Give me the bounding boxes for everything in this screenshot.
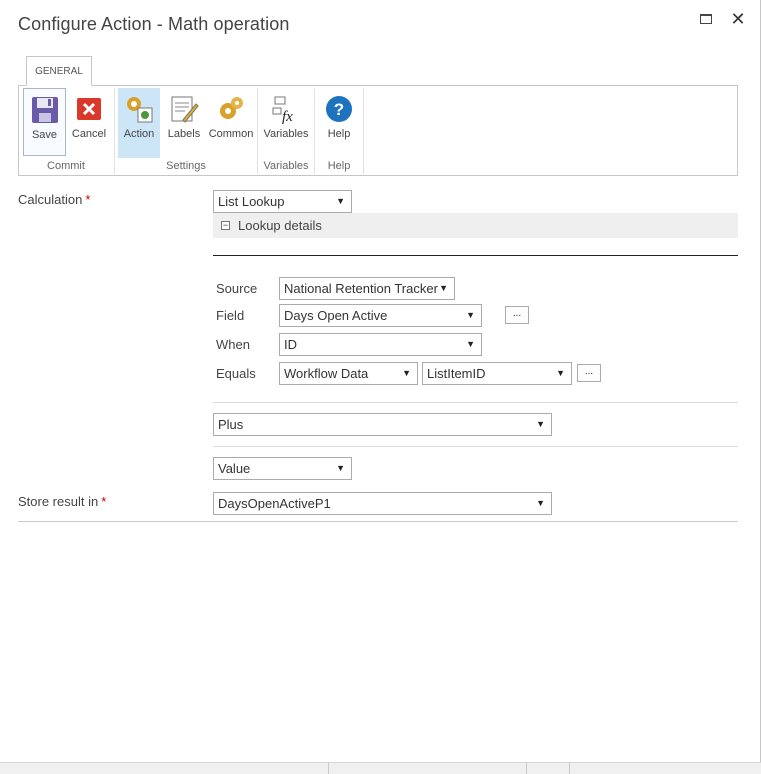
labels-button[interactable]: Labels — [164, 88, 204, 156]
dropdown-arrow-icon: ▼ — [466, 310, 475, 320]
action-label: Action — [123, 128, 155, 140]
save-button[interactable]: Save — [23, 88, 66, 156]
ribbon: Save Cancel Commit Action Labels Common … — [18, 85, 738, 176]
group-help: Help — [327, 160, 351, 172]
calculation-label: Calculation * — [18, 192, 90, 207]
cancel-label: Cancel — [71, 128, 107, 140]
when-value: ID — [284, 337, 297, 352]
store-result-value: DaysOpenActiveP1 — [218, 496, 331, 511]
equals-ellipsis-button[interactable]: ... — [577, 364, 601, 382]
group-variables: Variables — [263, 160, 309, 172]
source-value: National Retention Tracker — [284, 281, 438, 296]
cancel-button[interactable]: Cancel — [69, 88, 109, 156]
group-settings: Settings — [166, 160, 206, 172]
store-result-label: Store result in * — [18, 494, 106, 509]
divider — [213, 255, 738, 256]
equals-value: ListItemID — [427, 366, 486, 381]
required-mark: * — [85, 192, 91, 207]
when-select[interactable]: ID ▼ — [279, 333, 482, 356]
help-label: Help — [327, 128, 351, 140]
divider — [18, 521, 738, 522]
store-result-select[interactable]: DaysOpenActiveP1 ▼ — [213, 492, 552, 515]
fx-icon: fx — [272, 96, 293, 124]
divider — [213, 402, 738, 403]
group-commit: Commit — [47, 160, 85, 172]
scrollbar-segment — [526, 763, 527, 774]
horizontal-scrollbar[interactable] — [0, 762, 761, 774]
help-button[interactable]: ? Help — [319, 88, 359, 156]
variables-label: Variables — [263, 128, 309, 140]
source-select[interactable]: National Retention Tracker ▼ — [279, 277, 455, 300]
value-type-select[interactable]: Value ▼ — [213, 457, 352, 480]
labels-label: Labels — [167, 128, 201, 140]
calculation-label-text: Calculation — [18, 192, 83, 207]
field-ellipsis-button[interactable]: ... — [505, 306, 529, 324]
close-icon: ✕ — [730, 9, 746, 29]
variables-button[interactable]: fx Variables — [262, 88, 310, 156]
dropdown-arrow-icon: ▼ — [402, 368, 411, 378]
dialog-title: Configure Action - Math operation — [18, 14, 290, 34]
lookup-details-label: Lookup details — [238, 218, 322, 233]
save-icon — [31, 97, 58, 123]
required-mark: * — [101, 494, 107, 509]
scrollbar-segment — [328, 763, 329, 774]
svg-text:?: ? — [334, 100, 344, 119]
dropdown-arrow-icon: ▼ — [536, 498, 545, 508]
dropdown-arrow-icon: ▼ — [466, 339, 475, 349]
scrollbar-segment — [569, 763, 570, 774]
operator-value: Plus — [218, 417, 244, 432]
divider — [213, 446, 738, 447]
field-label: Field — [216, 308, 245, 323]
dropdown-arrow-icon: ▼ — [556, 368, 565, 378]
save-label: Save — [31, 129, 58, 141]
dropdown-arrow-icon: ▼ — [336, 196, 345, 206]
svg-text:fx: fx — [282, 109, 293, 124]
gears-icon — [220, 97, 243, 119]
field-value: Days Open Active — [284, 308, 388, 323]
equals-label: Equals — [216, 366, 256, 381]
group-separator — [363, 88, 364, 174]
action-button[interactable]: Action — [118, 88, 160, 158]
help-icon: ? — [326, 96, 352, 122]
field-select[interactable]: Days Open Active ▼ — [279, 304, 482, 327]
maximize-button[interactable] — [697, 10, 715, 28]
gears-icon — [127, 97, 153, 123]
maximize-icon — [700, 14, 712, 24]
equals-source-select[interactable]: Workflow Data ▼ — [279, 362, 418, 385]
group-separator — [114, 88, 115, 174]
operator-select[interactable]: Plus ▼ — [213, 413, 552, 436]
group-separator — [314, 88, 315, 174]
dropdown-arrow-icon: ▼ — [336, 463, 345, 473]
configure-action-dialog: Configure Action - Math operation ✕ GENE… — [0, 0, 761, 774]
equals-source-value: Workflow Data — [284, 366, 369, 381]
lookup-details-header[interactable]: − Lookup details — [213, 213, 738, 238]
group-separator — [257, 88, 258, 174]
cancel-icon — [77, 98, 101, 120]
calculation-value: List Lookup — [218, 194, 285, 209]
close-button[interactable]: ✕ — [729, 10, 747, 28]
store-result-label-text: Store result in — [18, 494, 99, 509]
dropdown-arrow-icon: ▼ — [536, 419, 545, 429]
source-label: Source — [216, 281, 258, 296]
dropdown-arrow-icon: ▼ — [439, 283, 448, 293]
when-label: When — [216, 337, 250, 352]
collapse-icon[interactable]: − — [221, 221, 230, 230]
calculation-select[interactable]: List Lookup ▼ — [213, 190, 352, 213]
value-type-value: Value — [218, 461, 251, 476]
common-label: Common — [208, 128, 254, 140]
common-button[interactable]: Common — [208, 88, 254, 156]
pencil-note-icon — [171, 96, 199, 123]
equals-value-select[interactable]: ListItemID ▼ — [422, 362, 572, 385]
tab-general[interactable]: GENERAL — [26, 56, 92, 86]
